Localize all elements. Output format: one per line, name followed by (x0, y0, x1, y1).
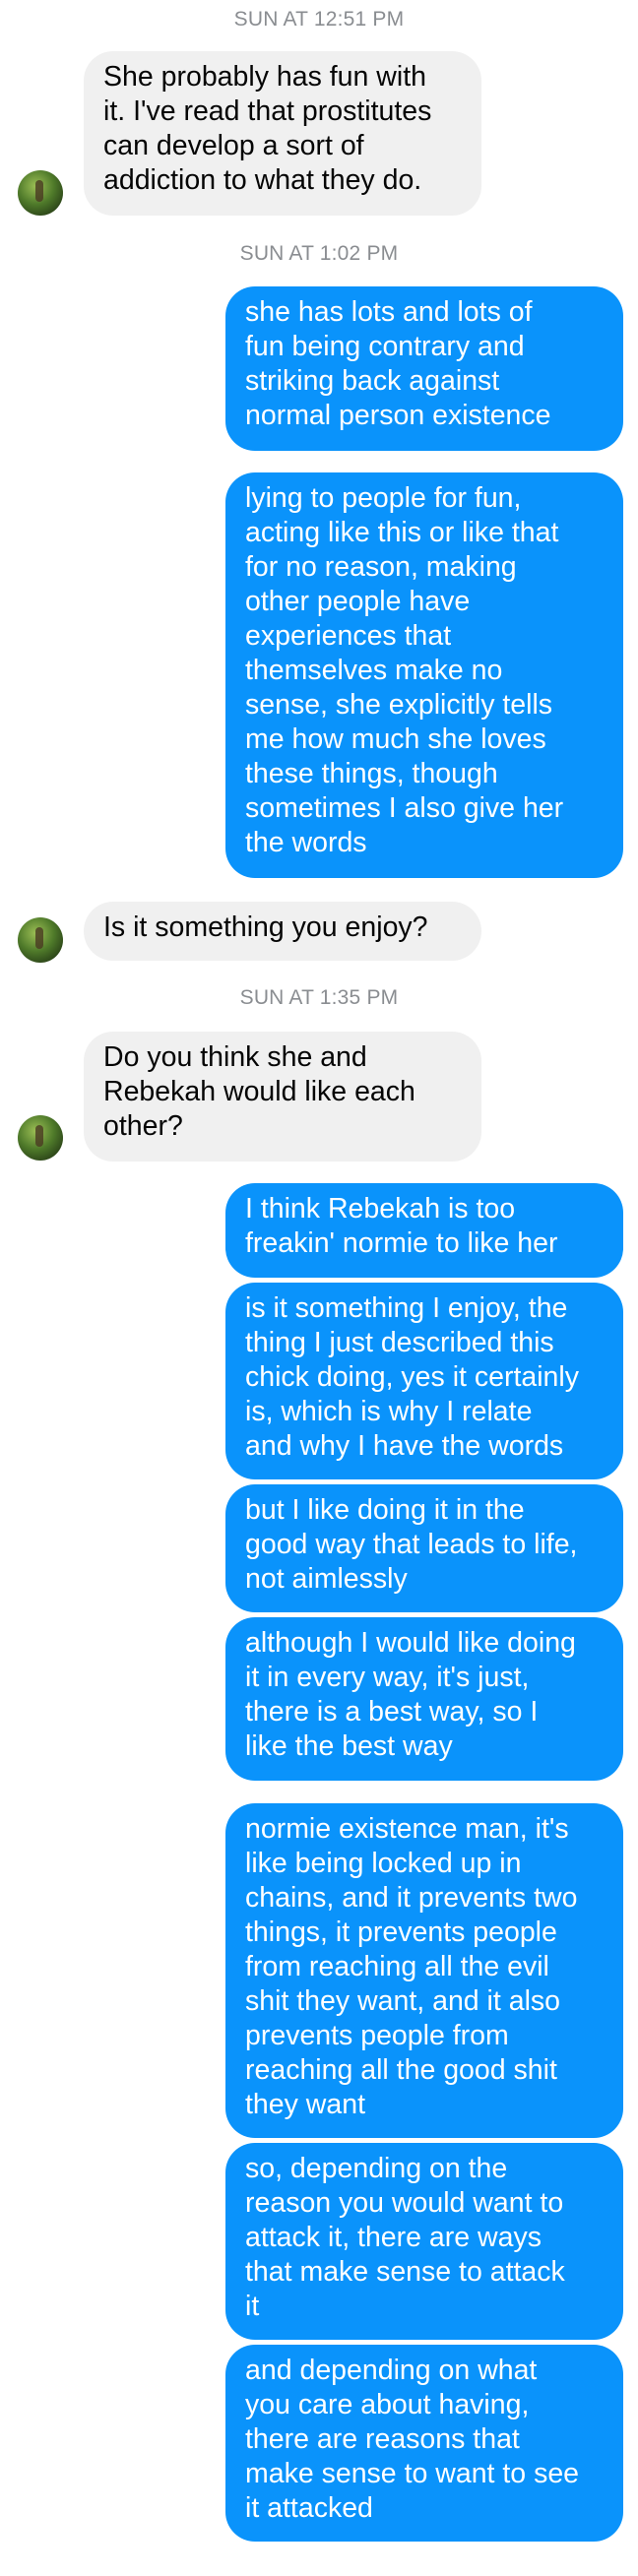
timestamp: SUN AT 1:02 PM (239, 242, 399, 265)
timestamp: SUN AT 12:51 PM (233, 8, 405, 31)
message-bubble-incoming[interactable]: Is it something you enjoy? (84, 902, 481, 961)
contact-avatar[interactable] (18, 1115, 63, 1161)
message-bubble-outgoing[interactable]: although I would like doing it in every … (225, 1617, 623, 1781)
message-bubble-incoming[interactable]: Do you think she and Rebekah would like … (84, 1032, 481, 1162)
message-bubble-outgoing[interactable]: and depending on what you care about hav… (225, 2345, 623, 2542)
message-bubble-outgoing[interactable]: she has lots and lots of fun being contr… (225, 286, 623, 451)
timestamp: SUN AT 1:35 PM (239, 986, 399, 1009)
message-bubble-incoming[interactable]: She probably has fun with it. I've read … (84, 51, 481, 216)
message-bubble-outgoing[interactable]: so, depending on the reason you would wa… (225, 2143, 623, 2340)
message-bubble-outgoing[interactable]: I think Rebekah is too freakin' normie t… (225, 1183, 623, 1278)
contact-avatar[interactable] (18, 170, 63, 216)
message-bubble-outgoing[interactable]: lying to people for fun, acting like thi… (225, 472, 623, 878)
message-thread: SUN AT 12:51 PM She probably has fun wit… (0, 0, 638, 2576)
message-bubble-outgoing[interactable]: is it something I enjoy, the thing I jus… (225, 1283, 623, 1479)
message-bubble-outgoing[interactable]: but I like doing it in the good way that… (225, 1484, 623, 1612)
contact-avatar[interactable] (18, 917, 63, 963)
message-bubble-outgoing[interactable]: normie existence man, it's like being lo… (225, 1803, 623, 2138)
